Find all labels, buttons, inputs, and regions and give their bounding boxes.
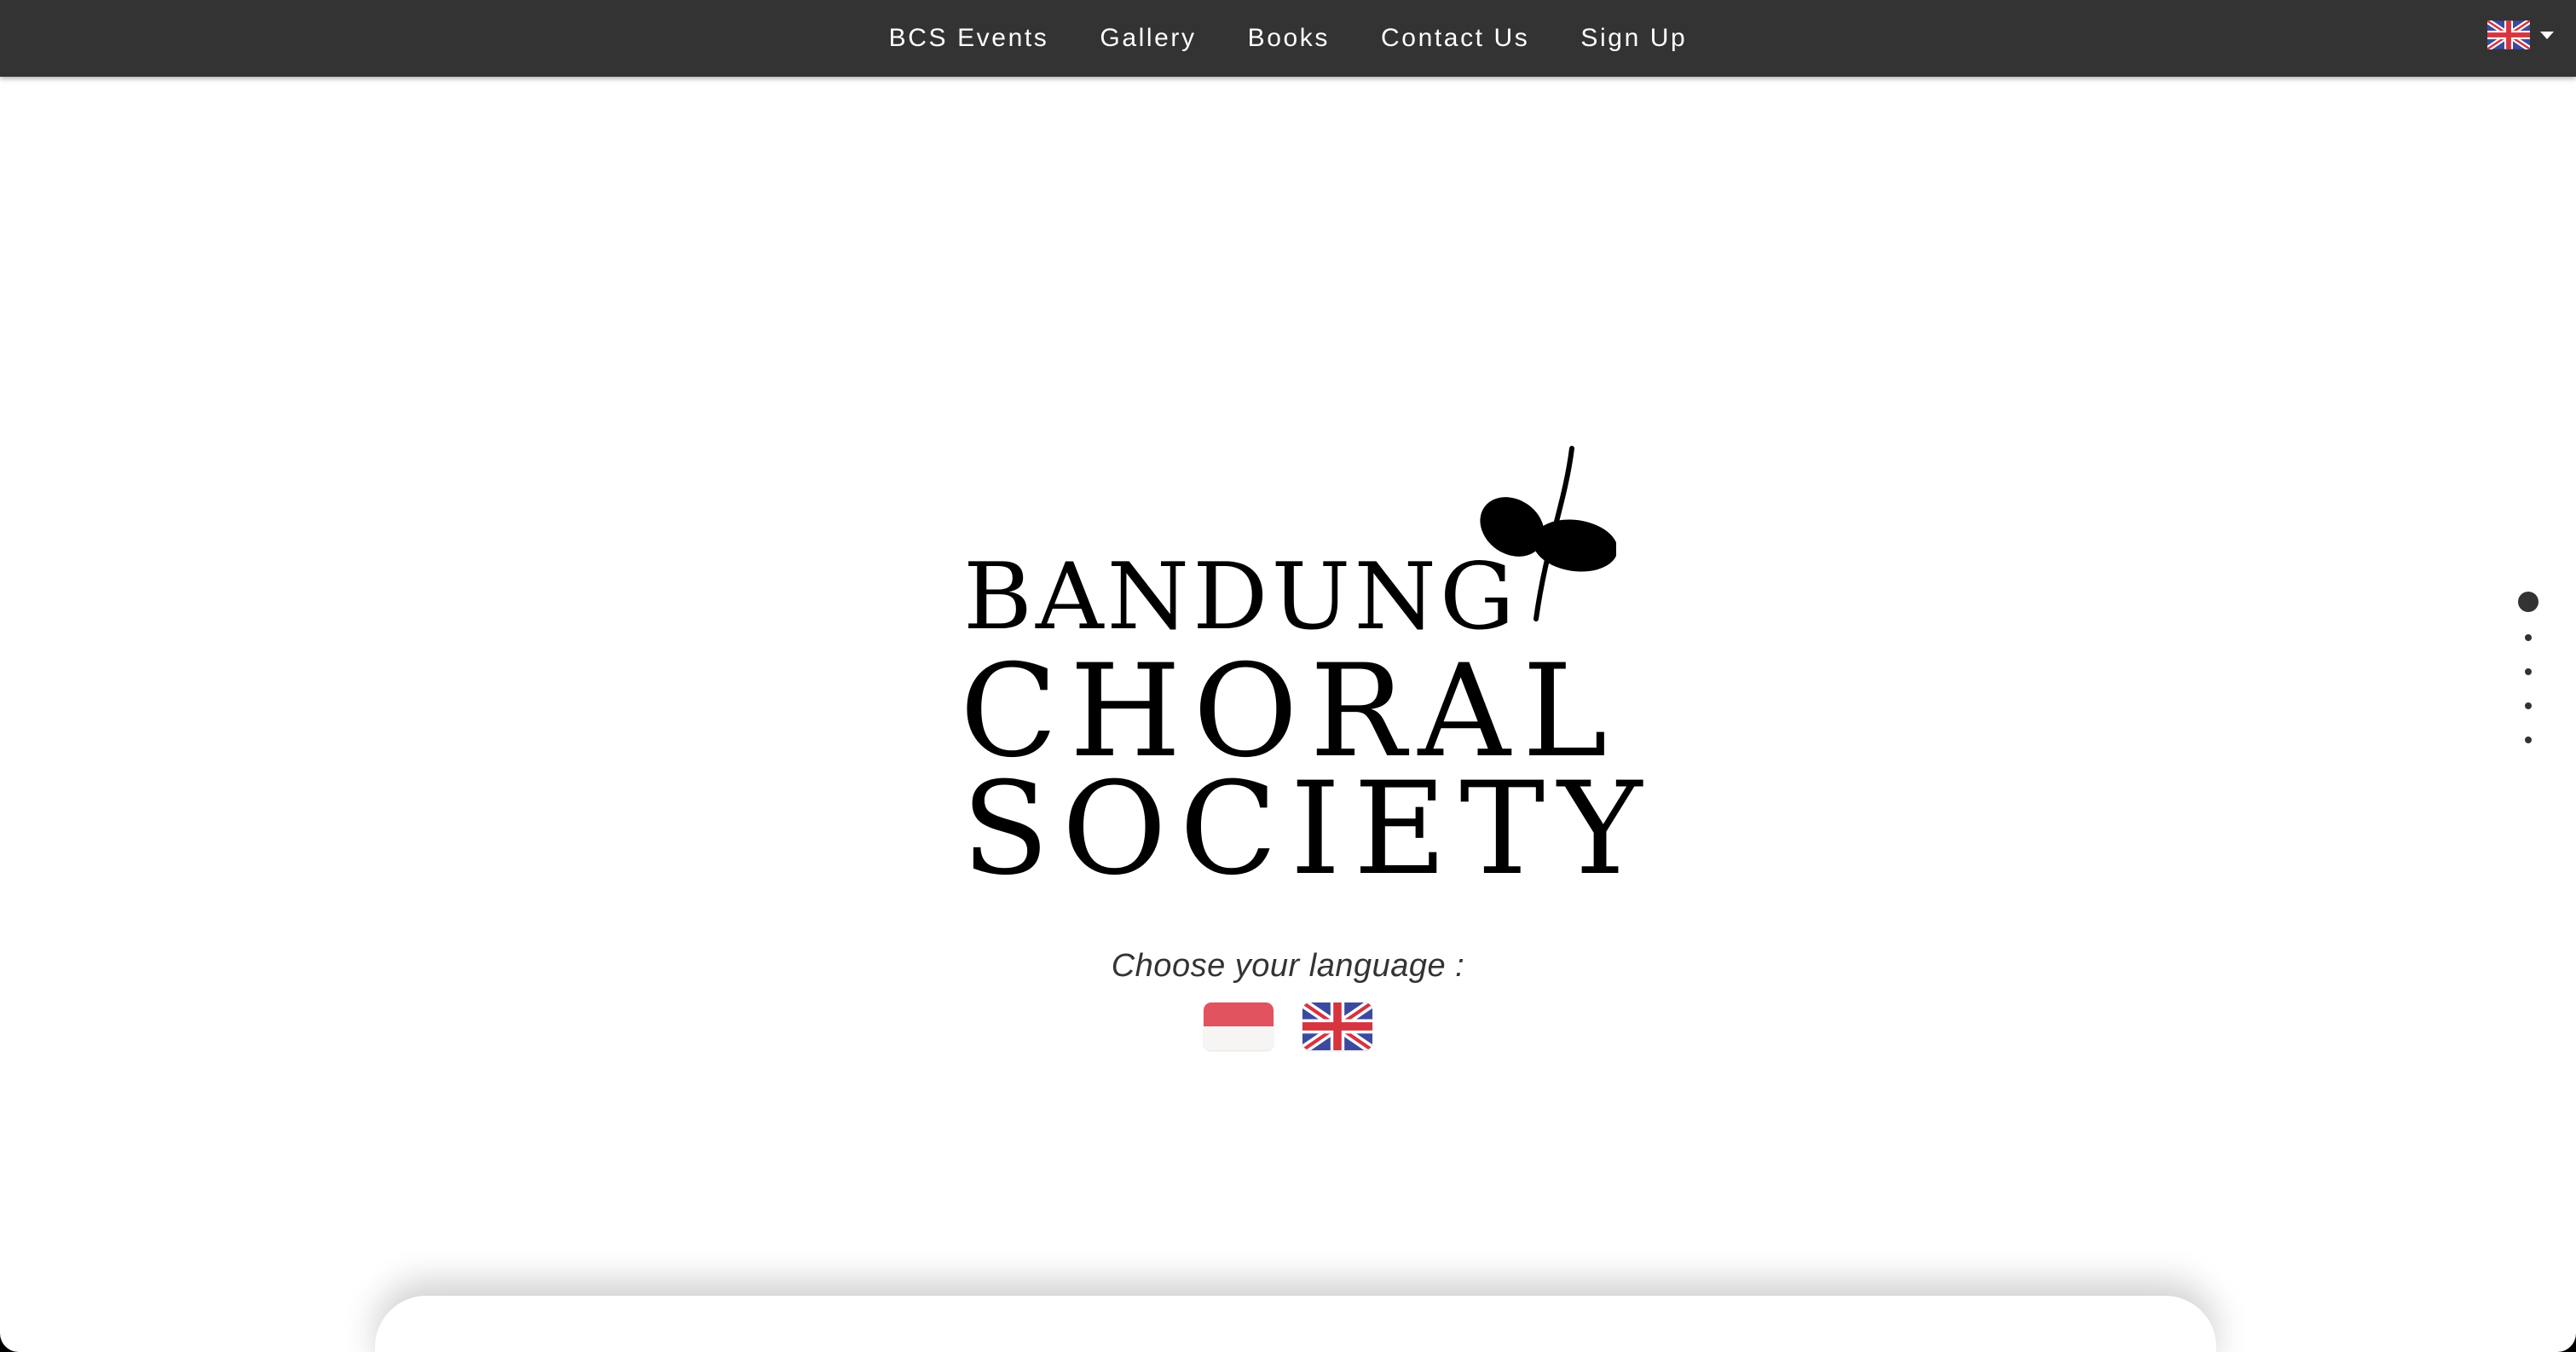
language-option-indonesian[interactable] [1204,1002,1274,1050]
choose-language-label: Choose your language : [1111,948,1465,984]
indonesia-flag-icon [1204,1002,1274,1050]
hero-section: BANDUNG CHORAL SOCIETY Choose your langu… [0,77,2576,1352]
uk-flag-icon [1302,1002,1372,1050]
language-option-english[interactable] [1302,1002,1372,1050]
section-dot-1[interactable] [2518,592,2538,612]
uk-flag-icon [2487,20,2530,49]
nav-item-books[interactable]: Books [1222,4,1355,72]
top-navbar: BCS Events Gallery Books Contact Us Sign… [0,0,2576,77]
bandung-choral-society-logo[interactable]: BANDUNG CHORAL SOCIETY [960,443,1642,904]
section-dot-2[interactable] [2525,634,2532,641]
nav-item-contact-us[interactable]: Contact Us [1355,4,1555,72]
next-section-edge [375,1296,2216,1352]
section-dot-5[interactable] [2525,737,2532,743]
language-dropdown[interactable] [2487,20,2554,49]
section-dot-3[interactable] [2525,668,2532,675]
chevron-down-icon [2540,31,2554,39]
nav-item-bcs-events[interactable]: BCS Events [863,4,1075,72]
section-pagination [2513,592,2544,771]
browser-window: BCS Events Gallery Books Contact Us Sign… [0,0,2576,1352]
logo-text-bandung: BANDUNG [963,544,1519,650]
language-options [0,1002,2576,1050]
logo-text-society: SOCIETY [962,755,1655,904]
main-nav: BCS Events Gallery Books Contact Us Sign… [0,0,2576,77]
nav-item-gallery[interactable]: Gallery [1074,4,1222,72]
section-dot-4[interactable] [2525,702,2532,709]
nav-item-sign-up[interactable]: Sign Up [1555,4,1713,72]
